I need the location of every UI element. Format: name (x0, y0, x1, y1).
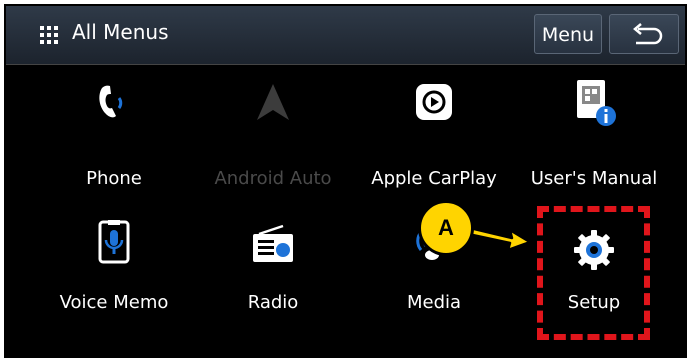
menu-item-label: Radio (247, 292, 299, 313)
phone-icon (99, 85, 123, 118)
menu-item-label: User's Manual (530, 168, 658, 189)
top-bar: All Menus Menu (6, 6, 685, 65)
radio-icon (253, 224, 293, 262)
grid-menu-icon (40, 26, 58, 44)
back-arrow-icon (633, 23, 663, 45)
menu-item-android-auto[interactable]: Android Auto (193, 76, 353, 191)
menu-item-radio[interactable]: Radio (193, 216, 353, 331)
page-title: All Menus (72, 20, 169, 44)
menu-item-label: Phone (86, 168, 142, 189)
menu-button[interactable]: Menu (534, 14, 602, 54)
menu-item-label: Media (406, 292, 462, 313)
menu-item-phone[interactable]: Phone (34, 76, 194, 191)
callout-badge: A (418, 200, 474, 256)
back-button[interactable] (609, 14, 679, 54)
menu-item-label: Apple CarPlay (371, 168, 497, 189)
menu-item-apple-carplay[interactable]: Apple CarPlay (354, 76, 514, 191)
android-auto-icon (257, 84, 289, 120)
highlight-box (537, 206, 650, 340)
menu-item-users-manual[interactable]: User's Manual (514, 76, 674, 191)
menu-item-label: Voice Memo (59, 292, 169, 313)
menu-item-voice-memo[interactable]: Voice Memo (34, 216, 194, 331)
voice-memo-icon (98, 220, 130, 264)
menu-item-label: Android Auto (214, 168, 332, 189)
manual-icon (577, 80, 616, 126)
carplay-icon (416, 84, 452, 120)
callout-arrow-icon (468, 226, 532, 252)
